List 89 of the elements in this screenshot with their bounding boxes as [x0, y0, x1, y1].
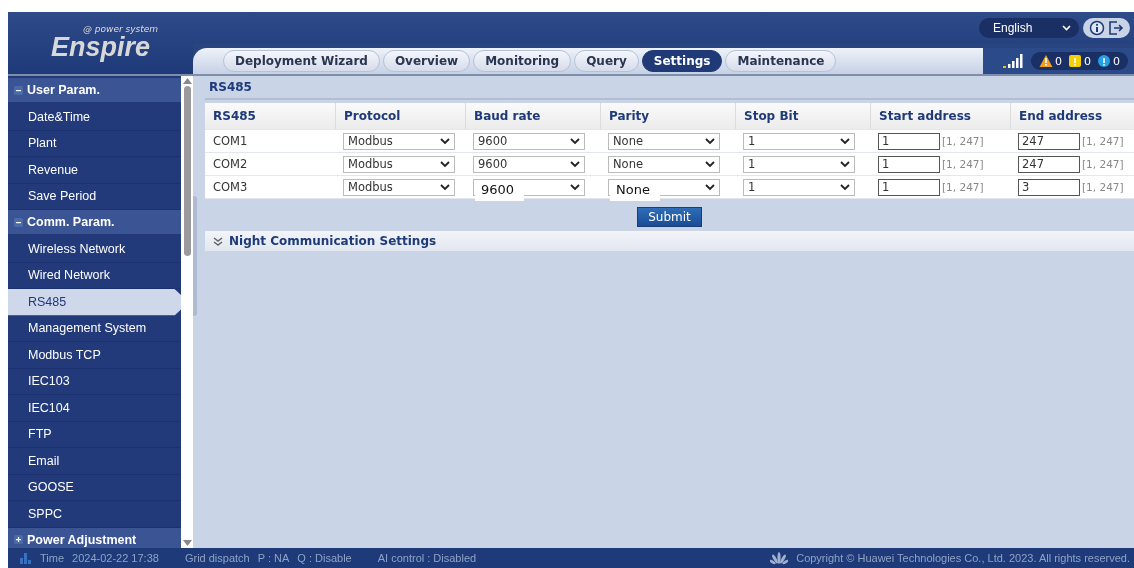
- range-hint: [1, 247]: [1082, 135, 1124, 147]
- caret-icon: [570, 183, 580, 191]
- ai-control-status: AI control : Disabled: [377, 552, 477, 564]
- column-header: Stop Bit: [735, 103, 870, 129]
- input-field[interactable]: 1: [878, 132, 940, 150]
- time-value: 2024-02-22 17:38: [72, 552, 159, 564]
- nav-tab[interactable]: Query: [574, 50, 639, 72]
- column-header: Start address: [870, 103, 1010, 129]
- dropdown[interactable]: None: [608, 155, 720, 173]
- scroll-thumb[interactable]: [183, 86, 191, 256]
- caret-icon: [840, 137, 850, 145]
- table-cell: COM3: [213, 180, 248, 194]
- nav-tab[interactable]: Overview: [382, 50, 471, 72]
- range-hint: [1, 247]: [942, 158, 984, 170]
- column-header: Baud rate: [465, 103, 600, 129]
- column-header: RS485: [212, 108, 257, 125]
- sidebar-group[interactable]: User Param.: [8, 78, 181, 102]
- flower-logo-icon: [770, 551, 789, 565]
- logo-text: Enspire: [50, 34, 150, 61]
- chevron-icon: [213, 236, 223, 246]
- grid-dispatch-label: Grid dispatch: [184, 552, 250, 564]
- nav-tab[interactable]: Settings: [641, 50, 723, 72]
- expand-icon: [14, 535, 23, 544]
- scrollbar[interactable]: [181, 76, 193, 548]
- alarm-icon[interactable]: [1068, 54, 1082, 68]
- range-hint: [1, 247]: [1082, 181, 1124, 193]
- alarm-count: 0: [1084, 54, 1091, 68]
- column-header: End address: [1010, 103, 1134, 129]
- alarm-count: 0: [1113, 54, 1120, 68]
- dropdown[interactable]: 9600: [473, 132, 585, 150]
- dropdown[interactable]: Modbus: [343, 132, 455, 150]
- dropdown[interactable]: None: [608, 132, 720, 150]
- alarm-count: 0: [1055, 54, 1062, 68]
- section-title: Night Communication Settings: [229, 234, 437, 248]
- nav-tab[interactable]: Monitoring: [473, 50, 572, 72]
- p-status: P : NA: [257, 552, 290, 564]
- copyright-text: Copyright © Huawei Technologies Co., Ltd. 2023. All rights reserved.: [796, 552, 1130, 564]
- scroll-down-icon[interactable]: [182, 540, 192, 546]
- signal-icon: [1003, 53, 1025, 69]
- splitter-handle[interactable]: [193, 196, 197, 316]
- input-field[interactable]: 1: [878, 178, 940, 196]
- caret-icon: [705, 183, 715, 191]
- dropdown[interactable]: 1: [743, 178, 855, 196]
- language-select[interactable]: English: [979, 18, 1079, 38]
- sidebar-group[interactable]: Power Adjustment: [8, 527, 181, 548]
- collapse-icon: [14, 217, 23, 227]
- sidebar-group[interactable]: Comm. Param.: [8, 210, 181, 234]
- table-cell: COM2: [213, 157, 248, 171]
- caret-icon: [570, 137, 580, 145]
- caret-icon: [1062, 25, 1071, 31]
- nav-tab[interactable]: Deployment Wizard: [223, 50, 380, 72]
- info-icon[interactable]: [1089, 20, 1105, 36]
- table-cell: COM1: [213, 134, 248, 148]
- caret-icon: [440, 160, 450, 168]
- section-header[interactable]: Night Communication Settings: [205, 231, 1134, 251]
- dropdown[interactable]: Modbus: [343, 155, 455, 173]
- input-field[interactable]: 247: [1018, 132, 1080, 150]
- section-header: RS485: [205, 76, 1134, 100]
- input-field[interactable]: 1: [878, 155, 940, 173]
- chart-icon: [20, 552, 32, 564]
- caret-icon: [570, 160, 580, 168]
- column-header: Protocol: [335, 103, 465, 129]
- dropdown[interactable]: Modbus: [343, 178, 455, 196]
- caret-icon: [705, 160, 715, 168]
- caret-icon: [840, 183, 850, 191]
- logout-icon[interactable]: [1108, 20, 1124, 36]
- caret-icon: [440, 137, 450, 145]
- logo-tagline: @ power system: [82, 25, 159, 34]
- alarm-icon[interactable]: [1039, 54, 1053, 68]
- scroll-up-icon[interactable]: [182, 78, 192, 84]
- input-field[interactable]: 3: [1018, 178, 1080, 196]
- collapse-icon: [14, 85, 23, 95]
- sidebar-item[interactable]: RS485: [8, 289, 181, 316]
- caret-icon: [440, 183, 450, 191]
- nav-tab[interactable]: Maintenance: [725, 50, 837, 72]
- caret-icon: [840, 160, 850, 168]
- submit-button[interactable]: Submit: [637, 207, 702, 227]
- q-status: Q : Disable: [297, 552, 352, 564]
- range-hint: [1, 247]: [942, 135, 984, 147]
- dropdown[interactable]: 1: [743, 132, 855, 150]
- range-hint: [1, 247]: [1082, 158, 1124, 170]
- column-header: Parity: [600, 103, 735, 129]
- caret-icon: [705, 137, 715, 145]
- dropdown[interactable]: 9600: [473, 155, 585, 173]
- dropdown[interactable]: 1: [743, 155, 855, 173]
- time-label: Time: [40, 552, 65, 564]
- alarm-icon[interactable]: [1097, 54, 1111, 68]
- range-hint: [1, 247]: [942, 181, 984, 193]
- input-field[interactable]: 247: [1018, 155, 1080, 173]
